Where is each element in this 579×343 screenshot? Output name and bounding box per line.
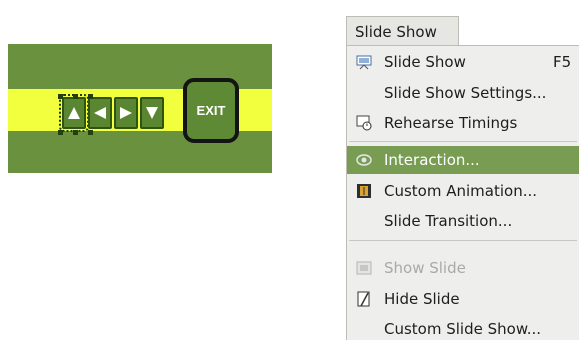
menu-item-slide-transition[interactable]: Slide Transition... xyxy=(347,207,579,235)
exit-button[interactable]: EXIT xyxy=(183,78,239,143)
selection-handle[interactable] xyxy=(88,130,93,135)
menu-item-label: Rehearse Timings xyxy=(384,114,518,132)
menu-item-slide-show[interactable]: Slide Show F5 xyxy=(347,48,579,76)
menu-item-show-slide: Show Slide xyxy=(347,254,579,282)
menu-item-rehearse-timings[interactable]: Rehearse Timings xyxy=(347,109,579,137)
menu-item-label: Custom Animation... xyxy=(384,182,538,200)
menu-item-custom-animation[interactable]: Custom Animation... xyxy=(347,177,579,205)
selection-handle[interactable] xyxy=(58,94,63,99)
next-icon xyxy=(120,107,132,119)
next-slide-button[interactable] xyxy=(114,97,138,129)
menu-item-label: Show Slide xyxy=(384,259,466,277)
menu-item-label: Interaction... xyxy=(384,151,480,169)
menu-item-label: Custom Slide Show... xyxy=(384,320,542,338)
menu-item-interaction[interactable]: Interaction... xyxy=(347,146,579,174)
menu-separator xyxy=(349,240,577,241)
exit-label: EXIT xyxy=(196,103,226,118)
menu-separator xyxy=(349,141,577,142)
selection-handle[interactable] xyxy=(73,130,78,135)
first-icon xyxy=(68,107,80,119)
menu-item-hide-slide[interactable]: Hide Slide xyxy=(347,285,579,313)
last-icon xyxy=(146,107,158,119)
menu-item-label: Hide Slide xyxy=(384,290,460,308)
menu-item-label: Slide Transition... xyxy=(384,212,513,230)
show-slide-icon xyxy=(356,261,372,275)
menu-title-label: Slide Show xyxy=(355,23,437,41)
menu-item-shortcut: F5 xyxy=(553,53,572,71)
interaction-icon xyxy=(356,154,372,166)
selection-handle[interactable] xyxy=(73,94,78,99)
menu-item-custom-slide-show[interactable]: Custom Slide Show... xyxy=(347,315,579,343)
previous-icon xyxy=(94,107,106,119)
navigation-buttons xyxy=(59,94,164,132)
hide-slide-icon xyxy=(357,291,370,307)
menu-item-slide-show-settings[interactable]: Slide Show Settings... xyxy=(347,79,579,107)
selection-handle[interactable] xyxy=(88,94,93,99)
last-slide-button[interactable] xyxy=(140,97,164,129)
slide-show-menu: Slide Show F5 Slide Show Settings... Reh… xyxy=(346,45,579,340)
selection-handle[interactable] xyxy=(58,130,63,135)
previous-slide-button[interactable] xyxy=(88,97,112,129)
first-slide-button[interactable] xyxy=(59,94,89,132)
menu-title-slide-show[interactable]: Slide Show xyxy=(346,16,459,46)
menu-item-label: Slide Show Settings... xyxy=(384,84,547,102)
menu-item-label: Slide Show xyxy=(384,53,466,71)
animation-icon xyxy=(357,184,371,198)
slideshow-icon xyxy=(356,55,372,70)
stopwatch-icon xyxy=(356,115,372,131)
